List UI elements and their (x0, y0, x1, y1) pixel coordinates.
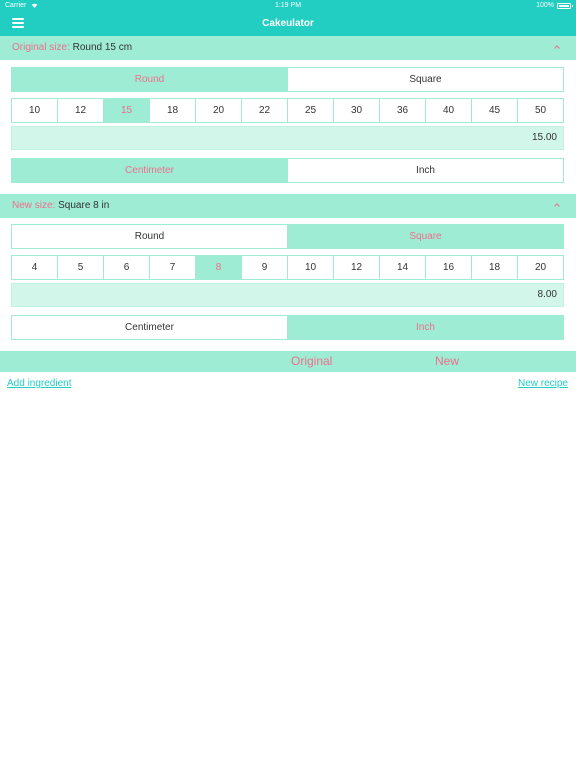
size-value: 36 (396, 105, 409, 116)
size-value: 10 (304, 262, 317, 273)
original-size-option[interactable]: 20 (196, 99, 242, 122)
size-value: 12 (350, 262, 363, 273)
hamburger-menu-icon[interactable] (12, 18, 24, 28)
chevron-up-icon[interactable] (554, 44, 560, 50)
original-unit-centimeter[interactable]: Centimeter (12, 159, 288, 182)
new-size-option[interactable]: 5 (58, 256, 104, 279)
new-size-label: New size: (12, 200, 56, 211)
size-value: 4 (31, 262, 38, 273)
unit-label: Centimeter (125, 165, 174, 176)
unit-label: Inch (416, 322, 435, 333)
original-size-option[interactable]: 12 (58, 99, 104, 122)
original-size-selector: 10 12 15 18 20 22 25 30 36 40 45 50 (11, 98, 564, 123)
size-value: 7 (169, 262, 176, 273)
size-value: 20 (212, 105, 225, 116)
new-shape-selector: Round Square (11, 224, 564, 249)
new-size-option[interactable]: 7 (150, 256, 196, 279)
size-value: 5 (77, 262, 84, 273)
new-size-option[interactable]: 8 (196, 256, 242, 279)
original-size-option[interactable]: 25 (288, 99, 334, 122)
new-size-option[interactable]: 16 (426, 256, 472, 279)
size-value: 8 (215, 262, 222, 273)
shape-label: Round (134, 74, 165, 85)
new-size-value: Square 8 in (58, 200, 110, 211)
new-unit-selector: Centimeter Inch (11, 315, 564, 340)
unit-label: Inch (416, 165, 435, 176)
new-shape-round[interactable]: Round (12, 225, 288, 248)
size-value: 20 (534, 262, 547, 273)
add-ingredient-link[interactable]: Add ingredient (7, 378, 72, 389)
column-header-bar: Original New (0, 351, 576, 372)
new-unit-centimeter[interactable]: Centimeter (12, 316, 288, 339)
size-value: 18 (166, 105, 179, 116)
unit-label: Centimeter (125, 322, 174, 333)
original-size-option[interactable]: 40 (426, 99, 472, 122)
size-value: 14 (396, 262, 409, 273)
new-size-option[interactable]: 10 (288, 256, 334, 279)
size-value: 12 (74, 105, 87, 116)
new-size-header[interactable]: New size: Square 8 in (0, 194, 576, 218)
new-size-option[interactable]: 12 (334, 256, 380, 279)
new-size-option[interactable]: 6 (104, 256, 150, 279)
shape-label: Square (409, 74, 442, 85)
new-unit-inch[interactable]: Inch (288, 316, 563, 339)
original-size-value: Round 15 cm (72, 42, 133, 53)
size-value: 25 (304, 105, 317, 116)
new-size-option[interactable]: 9 (242, 256, 288, 279)
battery-icon (557, 3, 573, 9)
new-recipe-link[interactable]: New recipe (518, 378, 568, 389)
original-unit-selector: Centimeter Inch (11, 158, 564, 183)
size-value: 6 (123, 262, 130, 273)
shape-label: Square (409, 231, 442, 242)
size-value: 22 (258, 105, 271, 116)
original-size-option[interactable]: 50 (518, 99, 563, 122)
status-bar: Carrier 1:19 PM 100% (0, 0, 576, 12)
original-size-option[interactable]: 15 (104, 99, 150, 122)
original-size-input[interactable]: 15.00 (11, 126, 564, 150)
original-unit-inch[interactable]: Inch (288, 159, 563, 182)
original-shape-selector: Round Square (11, 67, 564, 92)
size-value: 40 (442, 105, 455, 116)
chevron-up-icon[interactable] (554, 202, 560, 208)
original-size-label: Original size: (12, 42, 70, 53)
size-value: 10 (28, 105, 41, 116)
size-value: 45 (488, 105, 501, 116)
new-size-option[interactable]: 14 (380, 256, 426, 279)
original-shape-round[interactable]: Round (12, 68, 288, 91)
size-value: 9 (261, 262, 268, 273)
original-size-header[interactable]: Original size: Round 15 cm (0, 36, 576, 60)
battery-percent: 100% (536, 2, 554, 9)
original-size-option[interactable]: 45 (472, 99, 518, 122)
new-size-option[interactable]: 18 (472, 256, 518, 279)
battery-status: 100% (536, 0, 573, 12)
nav-bar: Cakeulator (0, 12, 576, 36)
new-size-option[interactable]: 4 (12, 256, 58, 279)
clock: 1:19 PM (274, 2, 302, 9)
original-size-option[interactable]: 18 (150, 99, 196, 122)
size-value: 50 (534, 105, 547, 116)
original-size-option[interactable]: 22 (242, 99, 288, 122)
new-size-selector: 4 5 6 7 8 9 10 12 14 16 18 20 (11, 255, 564, 280)
original-size-option[interactable]: 36 (380, 99, 426, 122)
new-shape-square[interactable]: Square (288, 225, 563, 248)
original-column-header[interactable]: Original (291, 354, 332, 368)
size-value: 30 (350, 105, 363, 116)
original-size-option[interactable]: 30 (334, 99, 380, 122)
size-value: 16 (442, 262, 455, 273)
original-size-option[interactable]: 10 (12, 99, 58, 122)
shape-label: Round (134, 231, 165, 242)
size-value: 15 (120, 105, 133, 116)
original-shape-square[interactable]: Square (288, 68, 563, 91)
new-size-option[interactable]: 20 (518, 256, 563, 279)
new-column-header[interactable]: New (435, 354, 459, 368)
app-title: Cakeulator (262, 18, 314, 29)
new-size-input[interactable]: 8.00 (11, 283, 564, 307)
size-value: 18 (488, 262, 501, 273)
